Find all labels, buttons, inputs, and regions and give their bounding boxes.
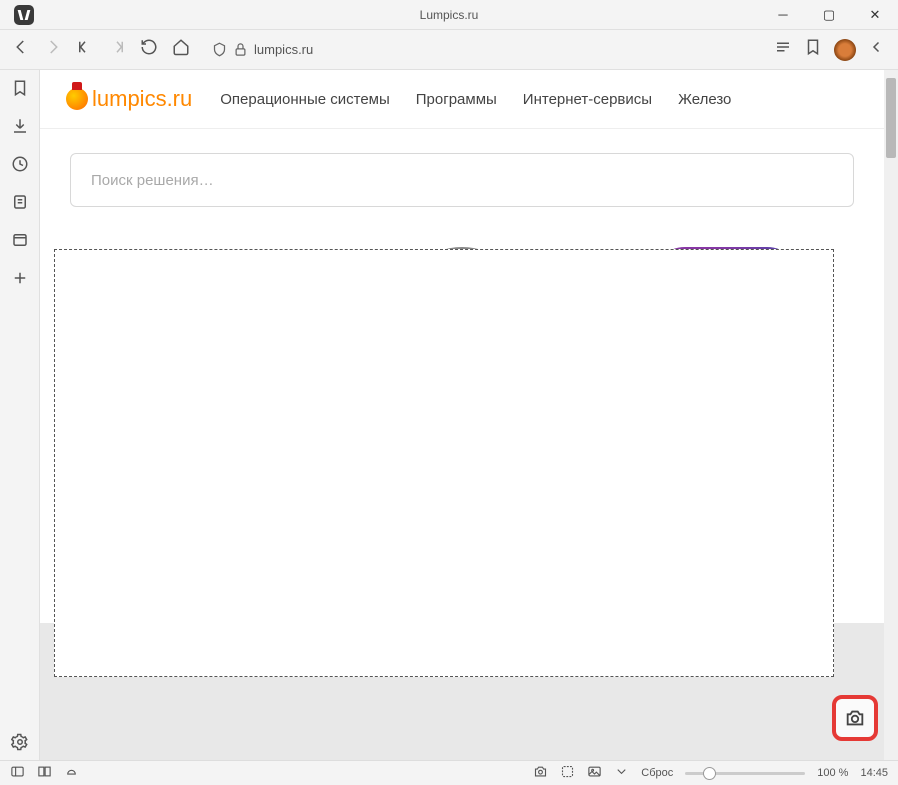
bookmark-button[interactable] [804, 38, 822, 61]
site-header: lumpics.ru Операционные системы Программ… [40, 70, 884, 129]
card-thumbnail [387, 239, 537, 404]
toolbar: lumpics.ru [0, 30, 898, 70]
logo-text: lumpics.ru [92, 86, 192, 112]
logo-icon [66, 88, 88, 110]
window-titlebar: Lumpics.ru ─ ▢ ✕ [0, 0, 898, 30]
forward-button[interactable] [44, 38, 62, 61]
scrollbar[interactable] [884, 70, 898, 760]
article-card[interactable]: acer [598, 498, 854, 623]
article-card[interactable] [70, 498, 326, 623]
profile-icon[interactable] [834, 39, 856, 61]
reset-zoom[interactable]: Сброс [641, 767, 673, 779]
address-bar[interactable]: lumpics.ru [204, 36, 760, 64]
lock-icon [233, 42, 248, 57]
nav-os[interactable]: Операционные системы [220, 91, 390, 108]
downloads-panel-icon[interactable] [10, 116, 30, 136]
settings-icon[interactable] [10, 732, 30, 752]
card-thumbnail [387, 498, 537, 623]
scrollbar-thumb[interactable] [886, 78, 896, 158]
tiling-icon[interactable] [37, 764, 52, 782]
vivaldi-logo-icon [14, 5, 34, 25]
card-thumbnail: acer [641, 498, 811, 623]
nav-hardware[interactable]: Железо [678, 91, 731, 108]
send-icon [637, 345, 699, 407]
camera-icon [844, 707, 866, 729]
back-button[interactable] [12, 38, 30, 61]
viewport: lumpics.ru Операционные системы Программ… [40, 70, 898, 760]
window-panel-icon[interactable] [10, 230, 30, 250]
search-placeholder: Поиск решения… [91, 172, 214, 189]
zoom-slider-thumb[interactable] [703, 767, 716, 780]
search-input[interactable]: Поиск решения… [70, 153, 854, 207]
window-title: Lumpics.ru [420, 8, 479, 22]
notes-panel-icon[interactable] [10, 192, 30, 212]
panel-toggle-icon[interactable] [10, 764, 25, 782]
nav-services[interactable]: Интернет-сервисы [523, 91, 652, 108]
image-icon [753, 345, 815, 407]
reload-button[interactable] [140, 38, 158, 61]
article-card[interactable] [334, 498, 590, 623]
rewind-button[interactable] [76, 38, 94, 61]
minimize-button[interactable]: ─ [760, 0, 806, 30]
card-title: Отправка изображений в Instagram Direct [626, 416, 826, 464]
shield-icon [212, 42, 227, 57]
capture-area-icon[interactable] [560, 764, 575, 782]
fastforward-button[interactable] [108, 38, 126, 61]
history-panel-icon[interactable] [10, 154, 30, 174]
status-bar: Сброс 100 % 14:45 [0, 760, 898, 785]
card-thumbnail [108, 239, 288, 404]
sync-icon[interactable] [64, 764, 79, 782]
side-panel [0, 70, 40, 760]
url-text: lumpics.ru [254, 42, 313, 57]
close-button[interactable]: ✕ [852, 0, 898, 30]
capture-page-icon[interactable] [533, 764, 548, 782]
reader-button[interactable] [774, 38, 792, 61]
panel-toggle-button[interactable] [868, 38, 886, 61]
card-thumbnail [123, 498, 273, 623]
clock: 14:45 [860, 767, 888, 779]
maximize-button[interactable]: ▢ [806, 0, 852, 30]
site-nav: Операционные системы Программы Интернет-… [220, 91, 731, 108]
card-title: Уменьшение шумов микрофона в OBS [362, 416, 562, 464]
card-thumbnail [651, 239, 801, 404]
article-card[interactable]: Отправка изображений в Instagram Direct [598, 239, 854, 488]
zoom-slider[interactable] [685, 772, 805, 775]
chevron-down-icon[interactable] [614, 764, 629, 782]
article-card[interactable]: Что делать, если переворачивается экран … [70, 239, 326, 488]
capture-button[interactable] [832, 695, 878, 741]
article-card[interactable]: Уменьшение шумов микрофона в OBS [334, 239, 590, 488]
nav-programs[interactable]: Программы [416, 91, 497, 108]
bookmarks-panel-icon[interactable] [10, 78, 30, 98]
add-panel-icon[interactable] [10, 268, 30, 288]
zoom-level: 100 % [817, 767, 848, 779]
site-logo[interactable]: lumpics.ru [66, 86, 192, 112]
home-button[interactable] [172, 38, 190, 61]
card-title: Что делать, если переворачивается экран … [98, 416, 298, 488]
image-status-icon[interactable] [587, 764, 602, 782]
